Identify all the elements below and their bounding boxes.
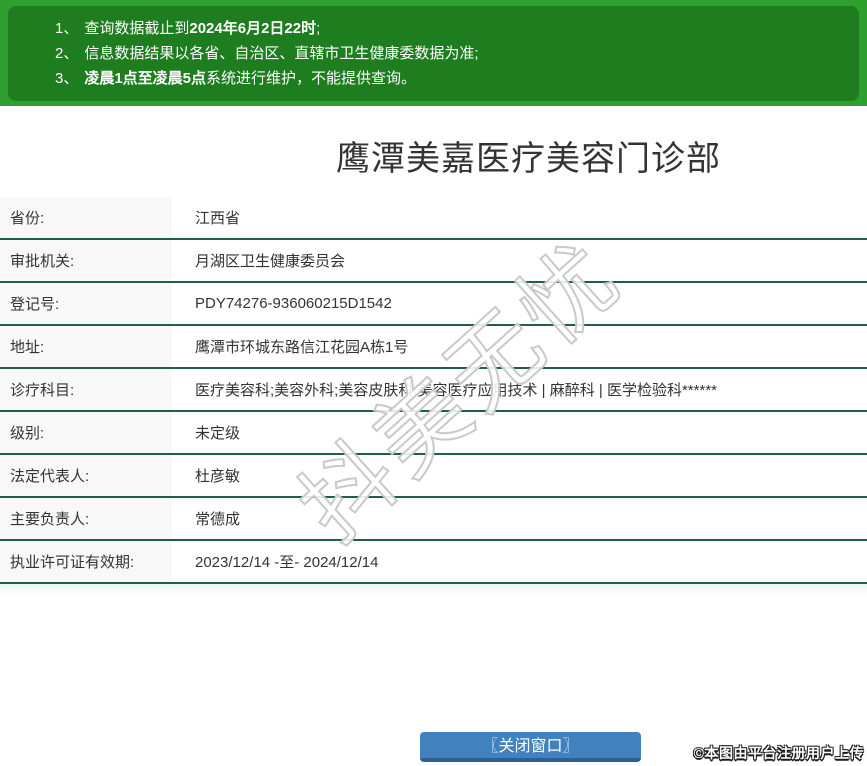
notice-line-2-number: 2、: [55, 45, 78, 62]
notice-line-3-suffix: 系统进行维护，不能提供查询。: [206, 70, 416, 87]
table-bottom-fade: [0, 584, 867, 596]
notice-line-2: 2、信息数据结果以各省、自治区、直辖市卫生健康委数据为准;: [55, 41, 849, 66]
field-label: 主要负责人:: [0, 498, 172, 539]
field-label: 省份:: [0, 197, 172, 238]
notice-line-1-bold: 2024年6月2日22时: [189, 20, 316, 37]
field-value: 常德成: [172, 498, 867, 539]
field-value: 江西省: [172, 197, 867, 238]
page-title: 鹰潭美嘉医疗美容门诊部: [0, 106, 867, 180]
field-label: 诊疗科目:: [0, 369, 172, 410]
close-window-button[interactable]: 〖关闭窗口〗: [420, 732, 641, 762]
field-value: 鹰潭市环城东路信江花园A栋1号: [172, 326, 867, 367]
notice-line-1-number: 1、: [55, 20, 78, 37]
field-label: 级别:: [0, 412, 172, 453]
table-row-level: 级别: 未定级: [0, 412, 867, 455]
institution-info-table: 省份: 江西省 审批机关: 月湖区卫生健康委员会 登记号: PDY74276-9…: [0, 197, 867, 596]
field-value: 杜彦敏: [172, 455, 867, 496]
table-row-province: 省份: 江西省: [0, 197, 867, 240]
table-row-treatment-subjects: 诊疗科目: 医疗美容科;美容外科;美容皮肤科;美容医疗应用技术 | 麻醉科 | …: [0, 369, 867, 412]
field-value: 医疗美容科;美容外科;美容皮肤科;美容医疗应用技术 | 麻醉科 | 医学检验科*…: [172, 369, 867, 410]
table-row-license-validity: 执业许可证有效期: 2023/12/14 -至- 2024/12/14: [0, 541, 867, 584]
table-row-main-responsible-person: 主要负责人: 常德成: [0, 498, 867, 541]
field-label: 法定代表人:: [0, 455, 172, 496]
notice-line-1: 1、查询数据截止到2024年6月2日22时;: [55, 16, 849, 41]
notice-banner: 1、查询数据截止到2024年6月2日22时; 2、信息数据结果以各省、自治区、直…: [0, 0, 867, 106]
field-value: PDY74276-936060215D1542: [172, 283, 867, 324]
field-label: 执业许可证有效期:: [0, 541, 172, 582]
notice-line-3: 3、凌晨1点至凌晨5点系统进行维护，不能提供查询。: [55, 66, 849, 91]
notice-line-1-text: 查询数据截止到: [84, 20, 189, 37]
field-label: 地址:: [0, 326, 172, 367]
table-row-legal-representative: 法定代表人: 杜彦敏: [0, 455, 867, 498]
field-value: 未定级: [172, 412, 867, 453]
field-label: 审批机关:: [0, 240, 172, 281]
notice-line-3-bold: 凌晨1点至凌晨5点: [84, 70, 206, 87]
notice-line-1-suffix: ;: [316, 20, 320, 37]
field-value: 月湖区卫生健康委员会: [172, 240, 867, 281]
notice-line-3-number: 3、: [55, 70, 78, 87]
notice-line-2-text: 信息数据结果以各省、自治区、直辖市卫生健康委数据为准;: [84, 45, 478, 62]
table-row-registration-number: 登记号: PDY74276-936060215D1542: [0, 283, 867, 326]
notice-banner-box: 1、查询数据截止到2024年6月2日22时; 2、信息数据结果以各省、自治区、直…: [8, 6, 859, 101]
photo-credit-watermark: ©本图由平台注册用户上传: [694, 743, 864, 763]
table-row-address: 地址: 鹰潭市环城东路信江花园A栋1号: [0, 326, 867, 369]
field-value: 2023/12/14 -至- 2024/12/14: [172, 541, 867, 582]
field-label: 登记号:: [0, 283, 172, 324]
table-row-approval-authority: 审批机关: 月湖区卫生健康委员会: [0, 240, 867, 283]
